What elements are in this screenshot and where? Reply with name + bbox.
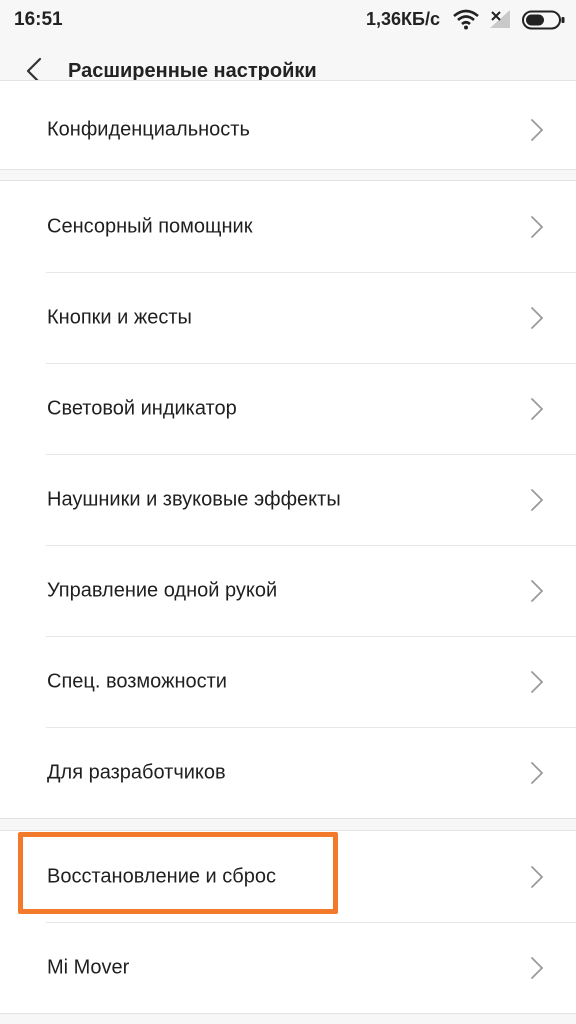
list-item-label: Наушники и звуковые эффекты (47, 488, 341, 510)
list-item-label: Конфиденциальность (47, 118, 250, 141)
chevron-right-icon (531, 215, 544, 238)
list-item-label: Спец. возможности (47, 670, 227, 692)
chevron-right-icon (531, 865, 544, 888)
list-item-led-indicator[interactable]: Световой индикатор (0, 363, 576, 454)
list-item-mi-mover[interactable]: Mi Mover (0, 922, 576, 1013)
status-bar: 16:51 1,36КБ/с (0, 0, 576, 40)
status-time: 16:51 (14, 9, 63, 30)
list-item-accessibility[interactable]: Спец. возможности (0, 636, 576, 727)
chevron-right-icon (531, 119, 544, 142)
wifi-icon (453, 9, 479, 30)
list-item-touch-assistant[interactable]: Сенсорный помощник (0, 181, 576, 272)
signal-icon (490, 10, 510, 28)
highlight-box (18, 832, 338, 914)
chevron-right-icon (531, 956, 544, 979)
list-item-developer-options[interactable]: Для разработчиков (0, 727, 576, 818)
chevron-right-icon (531, 670, 544, 693)
list-item-one-handed-mode[interactable]: Управление одной рукой (0, 545, 576, 636)
chevron-right-icon (531, 397, 544, 420)
list-item-privacy[interactable]: Конфиденциальность (0, 81, 576, 169)
chevron-right-icon (531, 761, 544, 784)
list-item-headphones-audio[interactable]: Наушники и звуковые эффекты (0, 454, 576, 545)
list-item-buttons-gestures[interactable]: Кнопки и жесты (0, 272, 576, 363)
chevron-right-icon (531, 488, 544, 511)
settings-section-privacy: Конфиденциальность (0, 80, 576, 170)
list-item-label: Управление одной рукой (47, 579, 278, 601)
settings-section-main: Сенсорный помощник Кнопки и жесты Светов… (0, 180, 576, 819)
chevron-right-icon (531, 306, 544, 329)
list-item-label: Сенсорный помощник (47, 215, 253, 237)
list-item-label: Кнопки и жесты (47, 306, 192, 328)
status-network-speed: 1,36КБ/с (366, 9, 440, 29)
list-item-label: Mi Mover (47, 956, 130, 978)
list-item-label: Световой индикатор (47, 397, 237, 419)
chevron-right-icon (531, 579, 544, 602)
battery-icon (522, 10, 565, 30)
list-item-label: Для разработчиков (47, 761, 226, 783)
